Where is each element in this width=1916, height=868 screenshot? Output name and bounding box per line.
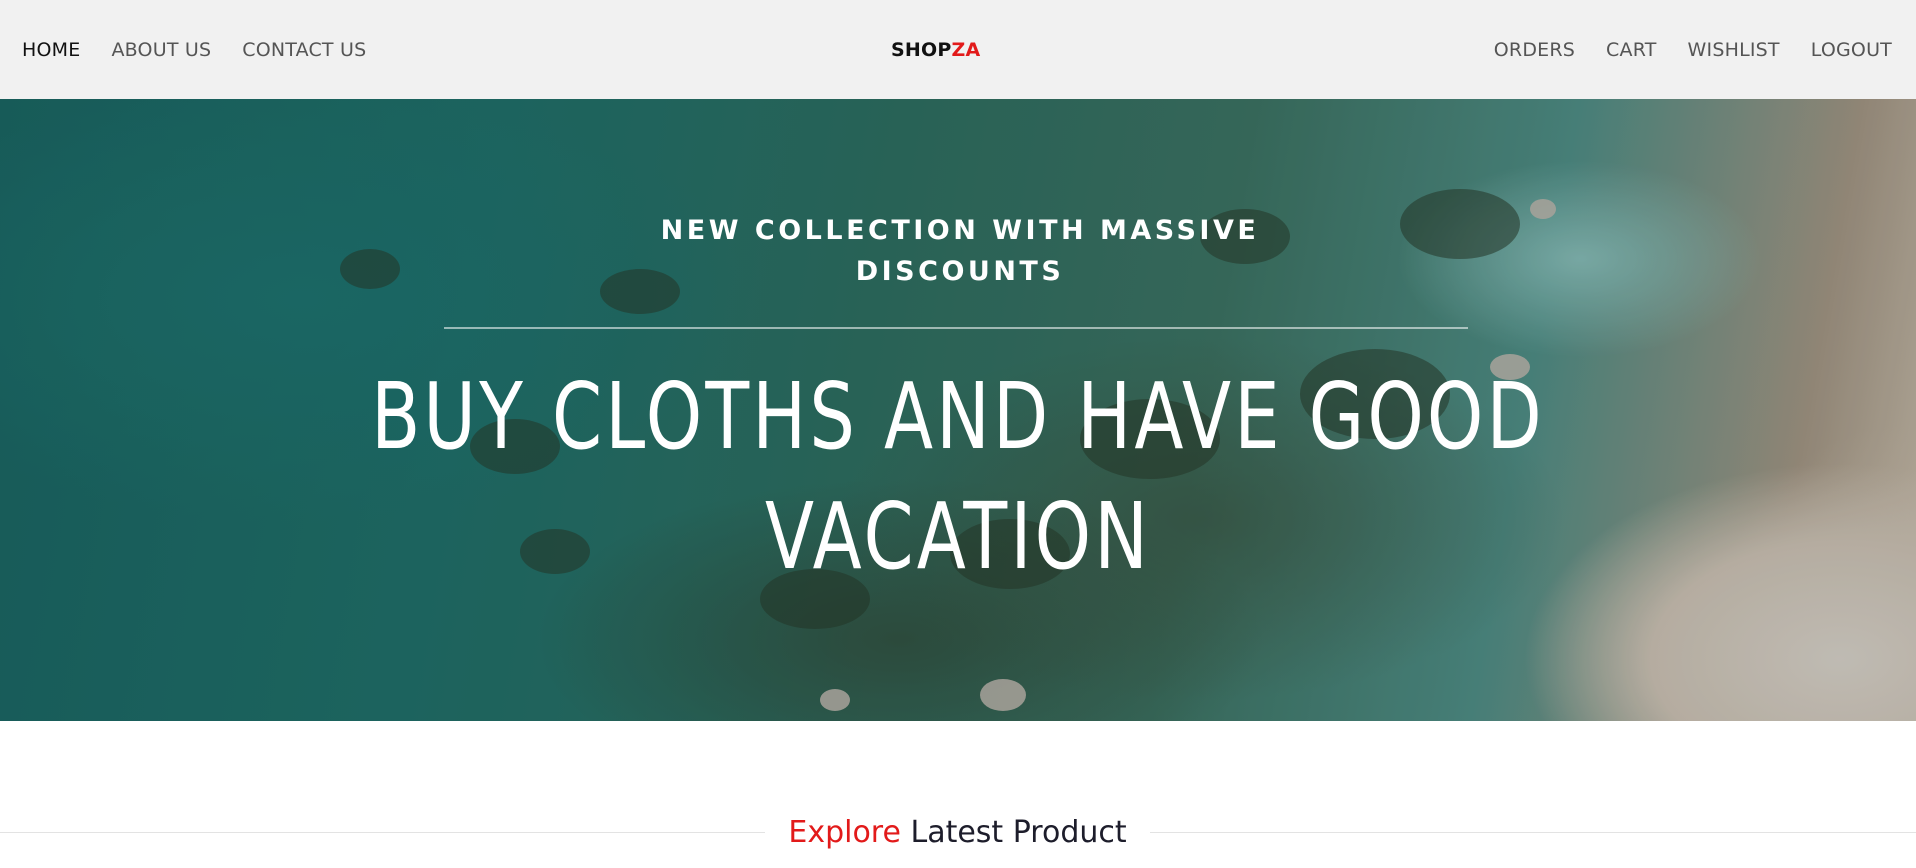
hero-subtitle-line1: NEW COLLECTION WITH MASSIVE bbox=[660, 215, 1260, 246]
nav-contact-link[interactable]: CONTACT US bbox=[242, 39, 366, 61]
nav-home-link[interactable]: HOME bbox=[22, 39, 80, 61]
hero-subtitle-line2: DISCOUNTS bbox=[855, 256, 1065, 287]
nav-cart-link[interactable]: CART bbox=[1606, 39, 1657, 61]
explore-heading-rest: Latest Product bbox=[910, 815, 1127, 850]
hero-title: BUY CLOTHS AND HAVE GOOD VACATION bbox=[371, 363, 1545, 590]
explore-heading: Explore Latest Product bbox=[765, 808, 1150, 858]
hero-banner: NEW COLLECTION WITH MASSIVE DISCOUNTS BU… bbox=[0, 99, 1916, 721]
hero-divider bbox=[444, 327, 1468, 329]
nav-orders-link[interactable]: ORDERS bbox=[1494, 39, 1575, 61]
nav-about-link[interactable]: ABOUT US bbox=[111, 39, 211, 61]
explore-section-header: Explore Latest Product bbox=[0, 808, 1916, 858]
nav-wishlist-link[interactable]: WISHLIST bbox=[1688, 39, 1780, 61]
nav-logout-link[interactable]: LOGOUT bbox=[1811, 39, 1892, 61]
brand-logo-part2: ZA bbox=[951, 38, 981, 61]
nav-left-group: HOME ABOUT US CONTACT US bbox=[22, 0, 397, 99]
brand-logo-part1: SHOP bbox=[891, 38, 952, 61]
explore-heading-accent: Explore bbox=[788, 815, 901, 850]
hero-subtitle: NEW COLLECTION WITH MASSIVE DISCOUNTS bbox=[600, 210, 1320, 292]
brand-logo[interactable]: SHOP ZA bbox=[891, 0, 980, 99]
nav-right-group: ORDERS CART WISHLIST LOGOUT bbox=[1463, 0, 1892, 99]
top-navbar: HOME ABOUT US CONTACT US SHOP ZA ORDERS C… bbox=[0, 0, 1916, 99]
